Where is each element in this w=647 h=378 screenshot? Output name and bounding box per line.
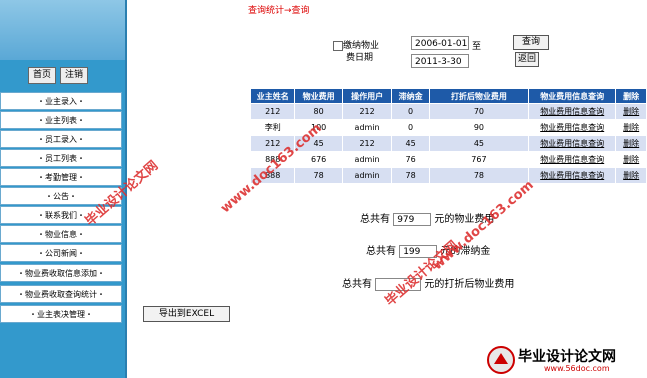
sidebar-header <box>0 0 127 60</box>
cell-discounted: 90 <box>428 119 530 136</box>
cell-query: 物业费用信息查询 <box>528 135 617 152</box>
col-query: 物业费用信息查询 <box>528 88 617 104</box>
cell-late-fee: 76 <box>391 151 430 168</box>
sidebar-item-attendance[interactable]: ・考勤管理・ <box>0 168 122 186</box>
date-filter-label-line1: 缴纳物业 <box>343 41 380 51</box>
col-delete: 删除 <box>615 88 647 104</box>
cell-discounted: 45 <box>428 135 530 152</box>
cell-operator: admin <box>341 151 393 168</box>
col-operator: 操作用户 <box>341 88 393 104</box>
cell-fee: 80 <box>294 103 343 120</box>
delete-link[interactable]: 删除 <box>623 139 639 148</box>
table-row: 888 676 admin 76 767 物业费用信息查询 删除 <box>249 151 647 168</box>
table-row: 212 80 212 0 70 物业费用信息查询 删除 <box>249 103 647 120</box>
site-logo: 毕业设计论文网 www.56doc.com <box>484 344 644 376</box>
cell-query: 物业费用信息查询 <box>528 151 617 168</box>
cell-fee: 78 <box>294 167 343 184</box>
cell-fee: 676 <box>294 151 343 168</box>
col-owner: 业主姓名 <box>249 88 296 104</box>
sidebar-item-staff-entry[interactable]: ・员工录入・ <box>0 130 122 148</box>
total-fee-prefix: 总共有 <box>360 214 390 225</box>
cell-delete: 删除 <box>615 167 647 184</box>
breadcrumb: 查询统计→查询 <box>248 6 310 16</box>
total-late-fee-prefix: 总共有 <box>366 246 396 257</box>
cell-query: 物业费用信息查询 <box>528 167 617 184</box>
cell-late-fee: 45 <box>391 135 430 152</box>
cell-discounted: 70 <box>428 103 530 120</box>
logo-url: www.56doc.com <box>544 364 610 373</box>
cell-delete: 删除 <box>615 103 647 120</box>
fee-query-link[interactable]: 物业费用信息查询 <box>540 171 604 180</box>
sidebar-item-staff-list[interactable]: ・员工列表・ <box>0 149 122 167</box>
logout-button[interactable]: 注销 <box>60 67 88 84</box>
total-discounted-prefix: 总共有 <box>342 279 372 290</box>
delete-link[interactable]: 删除 <box>623 123 639 132</box>
date-filter-label-line2: 费日期 <box>346 53 374 63</box>
cell-delete: 删除 <box>615 135 647 152</box>
date-to-input[interactable]: 2011-3-30 <box>411 54 469 68</box>
total-discounted-suffix: 元的打折后物业费用 <box>424 279 515 290</box>
fee-query-link[interactable]: 物业费用信息查询 <box>540 139 604 148</box>
table-header-row: 业主姓名 物业费用 操作用户 滞纳金 打折后物业费用 物业费用信息查询 删除 <box>249 88 647 104</box>
total-fee-value[interactable]: 979 <box>393 212 432 226</box>
fee-query-link[interactable]: 物业费用信息查询 <box>540 123 604 132</box>
to-label: 至 <box>472 42 482 52</box>
col-late-fee: 滞纳金 <box>391 88 430 104</box>
back-button[interactable]: 返回 <box>515 52 539 67</box>
export-excel-button[interactable]: 导出到EXCEL <box>143 306 230 322</box>
date-from-input[interactable]: 2006-01-01 <box>411 36 469 50</box>
cell-query: 物业费用信息查询 <box>528 103 617 120</box>
fee-query-link[interactable]: 物业费用信息查询 <box>540 107 604 116</box>
logo-title: 毕业设计论文网 <box>518 349 616 365</box>
cell-late-fee: 0 <box>391 103 430 120</box>
cell-delete: 删除 <box>615 151 647 168</box>
cell-owner: 212 <box>249 103 296 120</box>
table-row: 888 78 admin 78 78 物业费用信息查询 删除 <box>249 167 647 184</box>
cell-discounted: 78 <box>428 167 530 184</box>
col-fee: 物业费用 <box>294 88 343 104</box>
logo-icon <box>487 346 515 374</box>
cell-operator: admin <box>341 119 393 136</box>
sidebar-item-vote[interactable]: ・业主表决管理・ <box>0 305 122 323</box>
delete-link[interactable]: 删除 <box>623 171 639 180</box>
cell-discounted: 767 <box>428 151 530 168</box>
cell-late-fee: 0 <box>391 119 430 136</box>
sidebar-item-owner-entry[interactable]: ・业主录入・ <box>0 92 122 110</box>
cell-late-fee: 78 <box>391 167 430 184</box>
date-filter-label: 缴纳物业 费日期 <box>343 40 379 64</box>
date-filter-checkbox[interactable] <box>333 41 343 51</box>
sidebar-item-property-info[interactable]: ・物业信息・ <box>0 225 122 243</box>
fee-query-link[interactable]: 物业费用信息查询 <box>540 155 604 164</box>
delete-link[interactable]: 删除 <box>623 155 639 164</box>
query-button[interactable]: 查询 <box>513 35 549 50</box>
cell-operator: 212 <box>341 135 393 152</box>
delete-link[interactable]: 删除 <box>623 107 639 116</box>
cell-owner: 李利 <box>249 119 296 136</box>
home-button[interactable]: 首页 <box>28 67 56 84</box>
sidebar-item-fee-query[interactable]: ・物业费收取查询统计・ <box>0 285 122 303</box>
col-discounted: 打折后物业费用 <box>428 88 530 104</box>
cell-operator: admin <box>341 167 393 184</box>
cell-delete: 删除 <box>615 119 647 136</box>
cell-query: 物业费用信息查询 <box>528 119 617 136</box>
sidebar-item-fee-add[interactable]: ・物业费收取信息添加・ <box>0 264 122 282</box>
cell-operator: 212 <box>341 103 393 120</box>
sidebar-item-owner-list[interactable]: ・业主列表・ <box>0 111 122 129</box>
sidebar-item-news[interactable]: ・公司新闻・ <box>0 244 122 262</box>
